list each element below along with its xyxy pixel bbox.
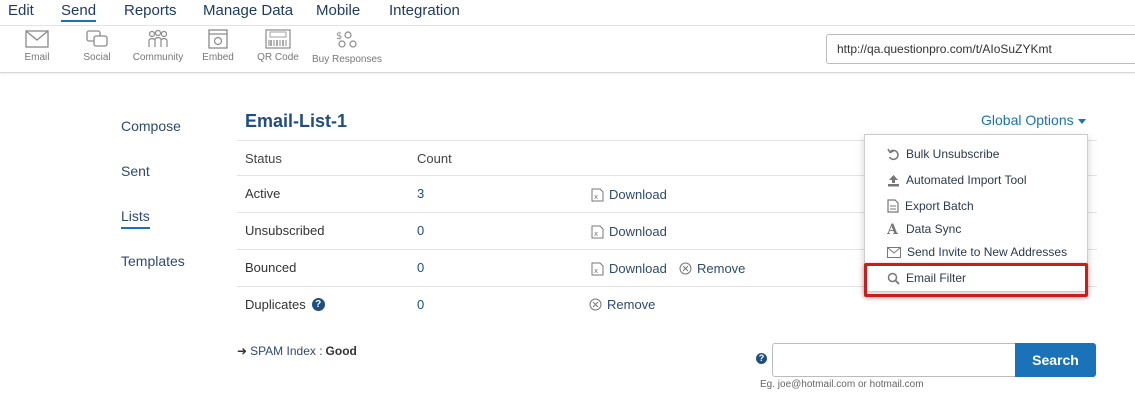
menu-mobile[interactable]: Mobile bbox=[316, 2, 360, 19]
download-label: Download bbox=[609, 261, 667, 276]
menu-manage-data[interactable]: Manage Data bbox=[203, 2, 293, 19]
header-count: Count bbox=[417, 151, 452, 166]
document-icon bbox=[887, 199, 899, 213]
menu-item-automated-import-tool[interactable]: Automated Import Tool bbox=[887, 173, 1027, 187]
survey-url-field[interactable]: http://qa.questionpro.com/t/AIoSuZYKmt bbox=[826, 34, 1135, 64]
svg-text:x: x bbox=[594, 193, 598, 201]
global-options-label: Global Options bbox=[981, 112, 1074, 128]
menu-item-label: Export Batch bbox=[905, 199, 974, 213]
tool-label: Social bbox=[83, 52, 111, 63]
send-toolbar: Email Social Community Embed QR Code $ B… bbox=[0, 27, 1135, 73]
row-count-duplicates[interactable]: 0 bbox=[417, 297, 424, 312]
spam-index[interactable]: ➜ SPAM Index : Good bbox=[237, 344, 357, 358]
envelope-icon bbox=[887, 246, 901, 258]
arrow-right-icon: ➜ bbox=[237, 344, 248, 358]
caret-down-icon bbox=[1077, 118, 1086, 124]
svg-text:$: $ bbox=[336, 31, 342, 42]
download-bounced-link[interactable]: x Download bbox=[591, 261, 667, 276]
duplicates-label: Duplicates bbox=[245, 297, 306, 312]
download-active-link[interactable]: x Download bbox=[591, 187, 667, 202]
menu-item-label: Send Invite to New Addresses bbox=[907, 245, 1068, 259]
menu-send[interactable]: Send bbox=[61, 2, 97, 22]
tool-label: Buy Responses bbox=[312, 54, 383, 65]
row-count-bounced[interactable]: 0 bbox=[417, 260, 424, 275]
menu-item-data-sync[interactable]: A Data Sync bbox=[887, 222, 961, 236]
row-status-bounced: Bounced bbox=[245, 260, 297, 275]
menu-item-send-invite[interactable]: Send Invite to New Addresses bbox=[887, 245, 1067, 259]
row-status-active: Active bbox=[245, 186, 281, 201]
list-title: Email-List-1 bbox=[245, 111, 348, 131]
search-button[interactable]: Search bbox=[1015, 343, 1096, 377]
svg-text:A: A bbox=[887, 222, 899, 236]
tool-label: QR Code bbox=[257, 52, 299, 63]
community-icon bbox=[148, 29, 168, 47]
menu-item-label: Bulk Unsubscribe bbox=[906, 147, 1000, 161]
header-status: Status bbox=[245, 151, 282, 166]
menu-reports[interactable]: Reports bbox=[124, 2, 177, 19]
tool-qr-code[interactable]: QR Code bbox=[243, 29, 313, 63]
qr-code-icon bbox=[265, 29, 291, 49]
undo-icon bbox=[887, 148, 899, 160]
upload-icon bbox=[888, 174, 899, 186]
embed-icon bbox=[208, 29, 228, 49]
menu-edit[interactable]: Edit bbox=[8, 2, 34, 19]
svg-text:x: x bbox=[594, 267, 598, 275]
download-label: Download bbox=[609, 224, 667, 239]
row-status-unsubscribed: Unsubscribed bbox=[245, 223, 325, 238]
envelope-icon bbox=[25, 30, 49, 48]
excel-file-icon: x bbox=[591, 225, 604, 238]
font-icon: A bbox=[887, 222, 899, 236]
svg-text:x: x bbox=[594, 230, 598, 238]
menu-integration[interactable]: Integration bbox=[389, 2, 460, 19]
email-search-input[interactable] bbox=[772, 343, 1016, 377]
row-count-unsubscribed[interactable]: 0 bbox=[417, 223, 424, 238]
remove-duplicates-link[interactable]: Remove bbox=[589, 297, 655, 312]
tool-buy-responses[interactable]: $ Buy Responses bbox=[312, 29, 382, 65]
buy-responses-icon: $ bbox=[336, 31, 357, 48]
remove-circle-icon bbox=[589, 298, 602, 311]
social-icon bbox=[86, 30, 108, 47]
menu-item-label: Automated Import Tool bbox=[906, 173, 1027, 187]
help-icon[interactable]: ? bbox=[311, 298, 325, 311]
menu-item-label: Data Sync bbox=[906, 222, 962, 236]
global-options-button[interactable]: Global Options bbox=[981, 112, 1086, 128]
download-label: Download bbox=[609, 187, 667, 202]
menu-item-export-batch[interactable]: Export Batch bbox=[887, 199, 974, 213]
nav-lists[interactable]: Lists bbox=[121, 208, 150, 229]
remove-bounced-link[interactable]: Remove bbox=[679, 261, 745, 276]
row-count-active[interactable]: 3 bbox=[417, 186, 424, 201]
spam-index-label: SPAM Index : bbox=[250, 344, 323, 358]
nav-compose[interactable]: Compose bbox=[121, 118, 181, 134]
download-unsubscribed-link[interactable]: x Download bbox=[591, 224, 667, 239]
help-icon[interactable]: ? bbox=[756, 353, 767, 364]
excel-file-icon: x bbox=[591, 188, 604, 201]
top-menu: Edit Send Reports Manage Data Mobile Int… bbox=[0, 0, 1135, 26]
row-status-duplicates: Duplicates ? bbox=[245, 297, 325, 312]
email-filter-highlight bbox=[864, 263, 1088, 297]
remove-label: Remove bbox=[697, 261, 746, 276]
nav-sent[interactable]: Sent bbox=[121, 163, 150, 179]
nav-templates[interactable]: Templates bbox=[121, 253, 185, 269]
remove-label: Remove bbox=[607, 297, 656, 312]
remove-circle-icon bbox=[679, 262, 692, 275]
tool-social[interactable]: Social bbox=[62, 29, 132, 63]
search-hint: Eg. joe@hotmail.com or hotmail.com bbox=[760, 379, 924, 390]
spam-index-value: Good bbox=[325, 344, 357, 358]
excel-file-icon: x bbox=[591, 262, 604, 275]
menu-item-bulk-unsubscribe[interactable]: Bulk Unsubscribe bbox=[887, 147, 999, 161]
